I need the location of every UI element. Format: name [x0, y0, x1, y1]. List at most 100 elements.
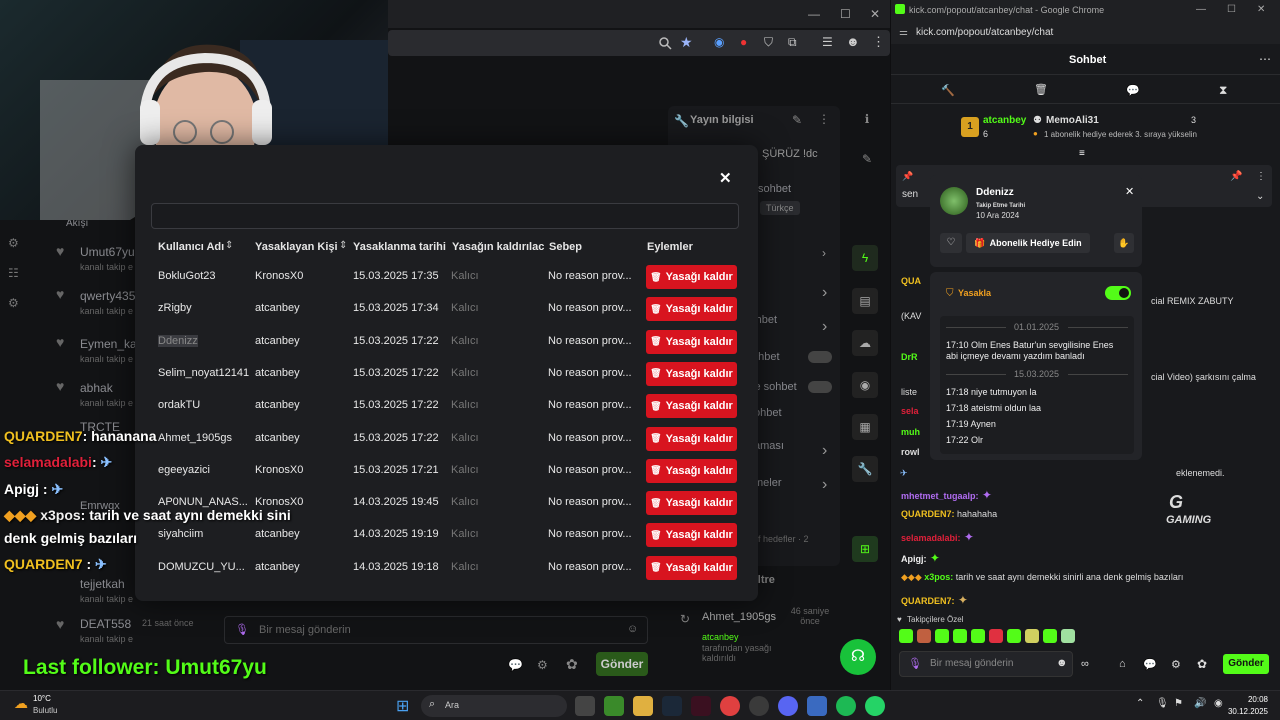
unban-button[interactable]: 🗑 Yasağı kaldır: [646, 523, 737, 548]
unban-button[interactable]: 🗑 Yasağı kaldır: [646, 361, 737, 386]
hourglass-icon[interactable]: ⧗: [1219, 83, 1227, 98]
emote-icon[interactable]: [1025, 629, 1039, 643]
maximize-button[interactable]: ☐: [840, 7, 851, 21]
speaker-icon[interactable]: 🔊: [1194, 698, 1206, 709]
lightning-icon[interactable]: ϟ: [852, 245, 878, 271]
gift-subscription-button[interactable]: 🎁 Abonelik Hediye Edin: [966, 233, 1090, 253]
sort-icon[interactable]: ⇕: [339, 240, 347, 251]
unban-button[interactable]: 🗑 Yasağı kaldır: [646, 329, 737, 354]
app-icon[interactable]: ⊞: [852, 536, 878, 562]
maximize-button[interactable]: ☐: [1227, 4, 1236, 15]
column-header[interactable]: Sebep: [549, 241, 582, 253]
mod-action-button[interactable]: ✋: [1114, 233, 1134, 253]
edit-icon[interactable]: ✎: [852, 152, 882, 192]
tray-chevron-icon[interactable]: ⌃: [1136, 698, 1144, 709]
app-icon[interactable]: [807, 696, 827, 716]
bookmark-star-icon[interactable]: ★: [680, 34, 693, 51]
infinity-icon[interactable]: ∞: [1081, 658, 1089, 670]
unban-button[interactable]: 🗑 Yasağı kaldır: [646, 426, 737, 451]
emote-icon[interactable]: [989, 629, 1003, 643]
discord-icon[interactable]: [778, 696, 798, 716]
minimize-button[interactable]: —: [808, 7, 820, 21]
taskbar-search[interactable]: ⌕ Ara: [421, 695, 567, 717]
ban-cell-user[interactable]: ordakTU: [158, 399, 200, 411]
extension-icon[interactable]: ◉: [714, 35, 724, 49]
unban-button[interactable]: 🗑 Yasağı kaldır: [646, 555, 737, 580]
youtube-extension-icon[interactable]: ●: [740, 35, 747, 49]
task-view-icon[interactable]: [575, 696, 595, 716]
unban-button[interactable]: 🗑 Yasağı kaldır: [646, 458, 737, 483]
unban-button[interactable]: 🗑 Yasağı kaldır: [646, 394, 737, 419]
chrome-icon[interactable]: [720, 696, 740, 716]
column-header[interactable]: Yasaklanma tarihi: [353, 241, 446, 253]
users-icon[interactable]: ☷: [8, 266, 28, 280]
trash-icon[interactable]: 🗑: [1034, 83, 1048, 96]
valorant-icon[interactable]: [691, 696, 711, 716]
more-icon[interactable]: ⋯: [1259, 52, 1271, 66]
menu-icon[interactable]: ⋮: [872, 34, 885, 50]
chevron-right-icon[interactable]: ›: [822, 318, 827, 336]
edit-icon[interactable]: ✎: [792, 113, 802, 127]
emote-icon[interactable]: [953, 629, 967, 643]
support-headset-icon[interactable]: ☊: [840, 639, 876, 675]
obs-icon[interactable]: [749, 696, 769, 716]
gear-icon[interactable]: ⚙: [1171, 658, 1181, 671]
address-bar[interactable]: ★ ◉ ● ⛉ ⧉ ☰ ☻ ⋮: [388, 30, 890, 56]
tray-icon[interactable]: ⚑: [1174, 698, 1183, 709]
emote-icon[interactable]: ✿: [566, 656, 578, 673]
site-settings-icon[interactable]: ⚌: [899, 27, 908, 38]
file-explorer-icon[interactable]: [633, 696, 653, 716]
unban-button[interactable]: 🗑 Yasağı kaldır: [646, 265, 737, 289]
sort-icon[interactable]: ⇕: [225, 240, 233, 251]
ban-search-input[interactable]: [151, 203, 739, 229]
gear-icon[interactable]: ⚙: [8, 236, 28, 250]
ban-cell-user[interactable]: BokluGot23: [158, 270, 215, 282]
emoji-icon[interactable]: ☺: [627, 623, 638, 635]
ban-cell-user[interactable]: Selim_noyat12141: [158, 367, 249, 379]
close-icon[interactable]: ✕: [719, 169, 732, 187]
broadcast-icon[interactable]: ◉: [852, 372, 878, 398]
chevron-down-icon[interactable]: ⌄: [1256, 191, 1264, 202]
gear-icon[interactable]: ⚙: [537, 658, 548, 672]
more-icon[interactable]: ⋮: [818, 112, 830, 126]
toggle[interactable]: [808, 351, 832, 363]
profile-icon[interactable]: ☻: [846, 34, 860, 49]
emote-icon[interactable]: [1007, 629, 1021, 643]
toggle[interactable]: [808, 381, 832, 393]
emote-icon[interactable]: [917, 629, 931, 643]
chat-send-button[interactable]: Gönder: [1223, 654, 1269, 674]
column-header[interactable]: Kullanıcı Adı: [158, 241, 224, 253]
emote-icon[interactable]: [971, 629, 985, 643]
unban-button[interactable]: 🗑 Yasağı kaldır: [646, 297, 737, 322]
settings-icon[interactable]: ⚙: [8, 296, 28, 310]
puzzle-icon[interactable]: ⧉: [788, 35, 797, 50]
column-header[interactable]: Yasaklayan Kişi: [255, 241, 338, 253]
minimize-button[interactable]: —: [1196, 4, 1206, 15]
emote-icon[interactable]: [1043, 629, 1057, 643]
wrench-icon[interactable]: 🔧: [852, 456, 878, 482]
follow-heart-button[interactable]: ♡: [940, 233, 962, 253]
clip-icon[interactable]: ▤: [852, 288, 878, 314]
store-icon[interactable]: ⌂: [1119, 658, 1126, 670]
close-window-button[interactable]: ✕: [1257, 4, 1265, 15]
chat-bubble-icon[interactable]: 💬: [1143, 658, 1157, 671]
ban-toggle[interactable]: [1105, 286, 1131, 300]
pin-icon[interactable]: 📌: [1230, 171, 1242, 182]
emote-icon[interactable]: [1061, 629, 1075, 643]
windows-start-icon[interactable]: ⊞: [396, 696, 409, 716]
emoji-icon[interactable]: ☻: [1056, 657, 1068, 669]
unban-button[interactable]: 🗑 Yasağı kaldır: [646, 491, 737, 516]
emote-icon[interactable]: [935, 629, 949, 643]
close-icon[interactable]: ✕: [1125, 185, 1134, 198]
ban-cell-user[interactable]: Ddenizz: [158, 334, 198, 347]
hammer-icon[interactable]: 🔨: [941, 84, 955, 97]
chevron-right-icon[interactable]: ›: [822, 442, 827, 460]
column-header[interactable]: Yasağın kaldırılaca: [452, 241, 544, 253]
chat-icon[interactable]: ☁: [852, 330, 878, 356]
emote-icon[interactable]: [899, 629, 913, 643]
whatsapp-icon[interactable]: [865, 696, 885, 716]
chat-urlbar[interactable]: ⚌ kick.com/popout/atcanbey/chat: [891, 22, 1280, 44]
chat-message-input[interactable]: 🎙 Bir mesaj gönderin ☻: [899, 651, 1073, 677]
info-icon[interactable]: ℹ: [852, 112, 882, 152]
shield-icon[interactable]: ⛉: [764, 35, 773, 50]
